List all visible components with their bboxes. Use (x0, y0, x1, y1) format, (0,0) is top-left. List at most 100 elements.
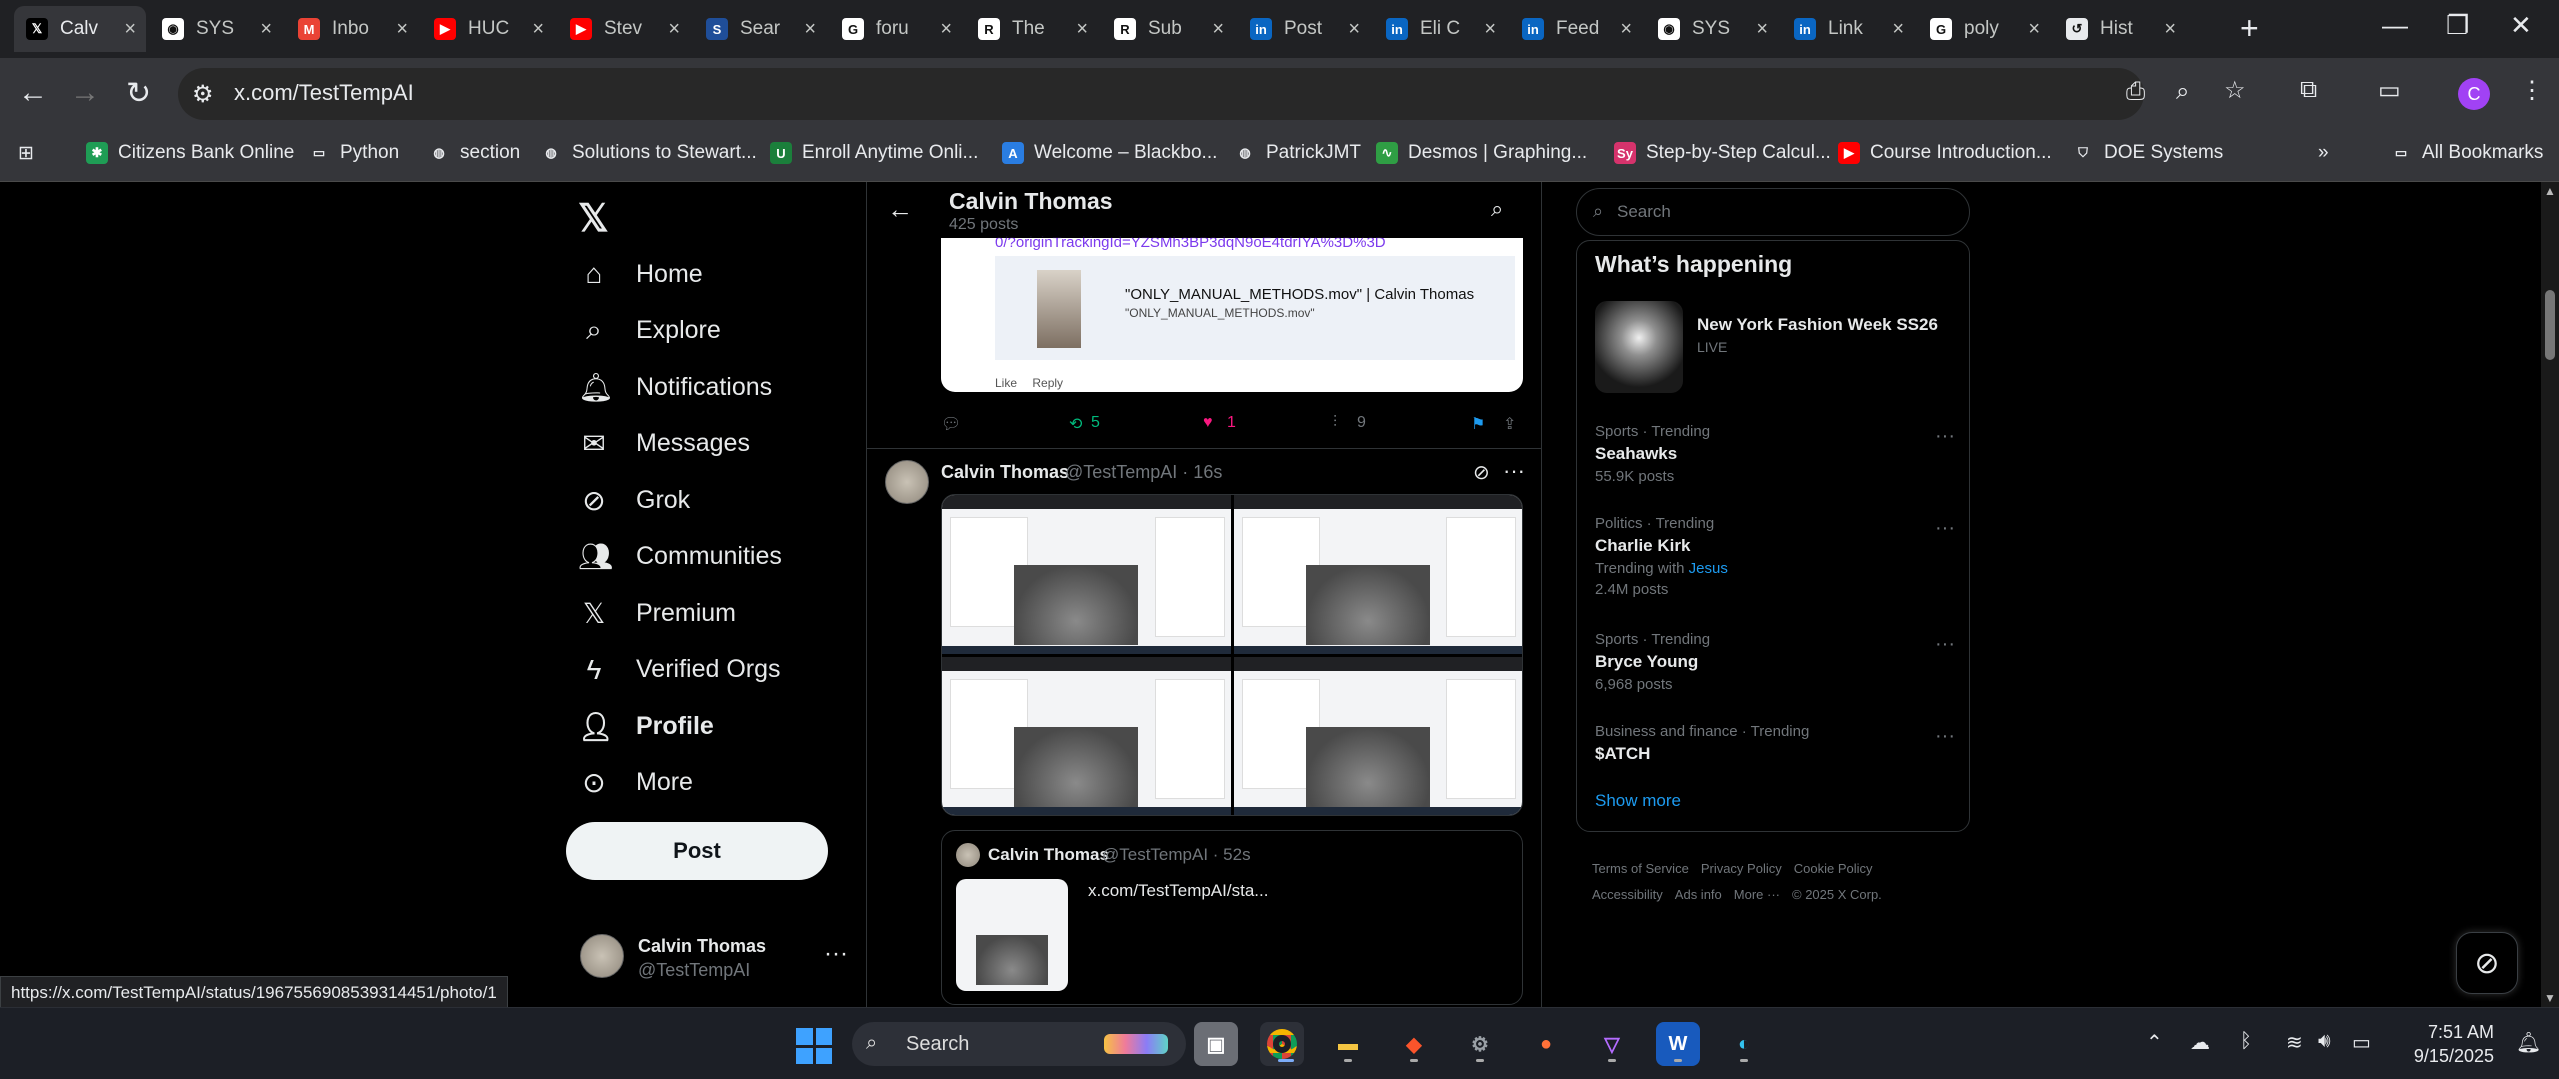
close-icon[interactable]: × (668, 18, 680, 41)
views-icon[interactable]: ⫶ (1333, 414, 1337, 432)
close-icon[interactable]: × (124, 18, 136, 41)
word-icon[interactable]: W (1656, 1022, 1700, 1066)
browser-tab[interactable]: 𝕏 Calv × (14, 6, 146, 52)
back-icon[interactable]: ← (18, 76, 48, 110)
back-arrow-icon[interactable]: ← (887, 194, 913, 225)
taskbar-clock[interactable]: 7:51 AM 9/15/2025 (2400, 1020, 2494, 1068)
browser-tab[interactable]: ↺ Hist × (2054, 6, 2186, 52)
browser-tab[interactable]: M Inbo × (286, 6, 418, 52)
search-icon[interactable]: ⌕ (1491, 196, 1503, 222)
zoom-icon[interactable]: ⌕ (2176, 78, 2189, 106)
footer-link[interactable]: Terms of Service (1592, 861, 1689, 876)
address-bar[interactable]: ⚙ x.com/TestTempAI (178, 68, 2144, 120)
settings-icon[interactable]: ⚙ (1458, 1022, 1502, 1066)
event-item[interactable]: New York Fashion Week SS26 LIVE (1595, 301, 1955, 393)
footer-link[interactable]: Ads info (1675, 887, 1722, 902)
trend-item[interactable]: Sports · Trending Seahawks 55.9K posts ··· (1595, 423, 1955, 485)
close-icon[interactable]: × (1620, 18, 1632, 41)
media-photo[interactable] (942, 656, 1231, 815)
battery-icon[interactable]: ▭ (2352, 1030, 2371, 1055)
restore-icon[interactable]: ❐ (2446, 10, 2469, 41)
show-more-link[interactable]: Show more (1595, 791, 1681, 811)
close-icon[interactable]: × (1484, 18, 1496, 41)
apps-grid-icon[interactable]: ⊞ (18, 142, 34, 165)
bookmark-item[interactable]: ◍ section (428, 142, 520, 164)
trend-item[interactable]: Sports · Trending Bryce Young 6,968 posts ·… (1595, 631, 1955, 693)
grok-icon[interactable]: ⊘ (1473, 460, 1490, 485)
bookmark-item[interactable]: ◍ Solutions to Stewart... (540, 142, 757, 164)
browser-tab[interactable]: S Sear × (694, 6, 826, 52)
bookmark-item[interactable]: U Enroll Anytime Onli... (770, 142, 978, 164)
chrome-icon[interactable] (1260, 1022, 1304, 1066)
scrollbar[interactable]: ▲ ▼ (2541, 182, 2559, 1007)
forward-icon[interactable]: → (70, 76, 100, 110)
media-photo[interactable] (942, 495, 1231, 654)
scrollbar-thumb[interactable] (2545, 290, 2555, 360)
embed-inner[interactable]: "ONLY_MANUAL_METHODS.mov" | Calvin Thoma… (995, 256, 1515, 360)
cast-icon[interactable]: ▭ (2378, 76, 2401, 105)
windows-start-icon[interactable] (796, 1028, 832, 1064)
url-text[interactable]: x.com/TestTempAI (234, 80, 414, 106)
bookmark-item[interactable]: ▭ Python (308, 142, 399, 164)
x-logo-icon[interactable]: 𝕏 (578, 196, 609, 241)
site-info-icon[interactable]: ⚙ (192, 80, 214, 109)
bookmark-item[interactable]: ⛉ DOE Systems (2072, 142, 2223, 164)
browser-tab[interactable]: in Eli C × (1374, 6, 1506, 52)
nav-item-notifications[interactable]: 🔔︎ Notifications (578, 367, 772, 407)
avatar[interactable] (885, 460, 929, 504)
nav-item-more[interactable]: ⊙ More (578, 763, 693, 803)
browser-tab[interactable]: in Feed × (1510, 6, 1642, 52)
more-dots-icon[interactable]: ··· (1935, 725, 1955, 748)
profile-avatar[interactable]: C (2458, 78, 2490, 110)
minimize-icon[interactable]: — (2382, 10, 2408, 41)
trend-item[interactable]: Business and finance · Trending $ATCH ··· (1595, 723, 1955, 764)
bookmarks-overflow-icon[interactable]: » (2318, 142, 2329, 164)
notification-bell-icon[interactable]: 🔔︎ (2516, 1030, 2541, 1055)
bluetooth-icon[interactable]: ᛒ (2240, 1030, 2252, 1053)
wifi-icon[interactable]: ≋ (2286, 1030, 2303, 1055)
close-icon[interactable]: × (804, 18, 816, 41)
retweet-icon[interactable]: ⟲ (1069, 414, 1082, 434)
install-app-icon[interactable]: ⎙ (2126, 78, 2145, 106)
close-icon[interactable]: × (532, 18, 544, 41)
reply-icon[interactable]: 💬︎ (941, 414, 961, 434)
browser-tab[interactable]: Gpoly × (1918, 6, 2050, 52)
more-dots-icon[interactable]: ··· (824, 940, 848, 968)
close-icon[interactable]: × (1348, 18, 1360, 41)
more-dots-icon[interactable]: ··· (1935, 517, 1955, 540)
nav-item-home[interactable]: ⌂ Home (578, 254, 703, 294)
media-photo[interactable] (1233, 495, 1522, 654)
brave-icon[interactable]: ◆ (1392, 1022, 1436, 1066)
more-dots-icon[interactable]: ··· (1935, 425, 1955, 448)
footer-link[interactable]: Privacy Policy (1701, 861, 1782, 876)
scroll-down-icon[interactable]: ▼ (2544, 991, 2556, 1005)
browser-tab[interactable]: R The × (966, 6, 1098, 52)
close-icon[interactable]: × (940, 18, 952, 41)
scroll-up-icon[interactable]: ▲ (2544, 184, 2556, 198)
extensions-icon[interactable]: ⧉ (2300, 76, 2317, 104)
footer-link[interactable]: More ··· (1734, 887, 1780, 902)
nav-item-grok[interactable]: ⊘ Grok (578, 480, 690, 520)
nav-item-profile[interactable]: 👤︎ Profile (578, 706, 714, 746)
bookmark-item[interactable]: A Welcome – Blackbo... (1002, 142, 1217, 164)
close-icon[interactable]: × (2028, 18, 2040, 41)
browser-tab[interactable]: ▶ Stev × (558, 6, 690, 52)
embed-reply-link[interactable]: Reply (1032, 376, 1063, 390)
bookmark-item[interactable]: Sy Step-by-Step Calcul... (1614, 142, 1831, 164)
like-filled-icon[interactable]: ♥ (1203, 414, 1213, 432)
close-icon[interactable]: × (1892, 18, 1904, 41)
close-icon[interactable]: × (1756, 18, 1768, 41)
browser-tab[interactable]: R Sub × (1102, 6, 1234, 52)
bookmark-star-icon[interactable]: ☆ (2224, 76, 2246, 105)
menu-icon[interactable]: ⋮ (2520, 76, 2544, 105)
footer-link[interactable]: © 2025 X Corp. (1792, 887, 1882, 902)
file-explorer-icon[interactable]: ▬ (1326, 1022, 1370, 1066)
close-icon[interactable]: × (396, 18, 408, 41)
nav-item-communities[interactable]: 👥︎ Communities (578, 537, 782, 577)
bookmark-item[interactable]: ▶ Course Introduction... (1838, 142, 2052, 164)
share-icon[interactable]: ⇪ (1503, 414, 1516, 434)
new-tab-icon[interactable]: + (2240, 10, 2259, 47)
visual-studio-icon[interactable]: ▽ (1590, 1022, 1634, 1066)
browser-tab[interactable]: in Post × (1238, 6, 1370, 52)
bookmark-item[interactable]: ✱ Citizens Bank Online (86, 142, 294, 164)
